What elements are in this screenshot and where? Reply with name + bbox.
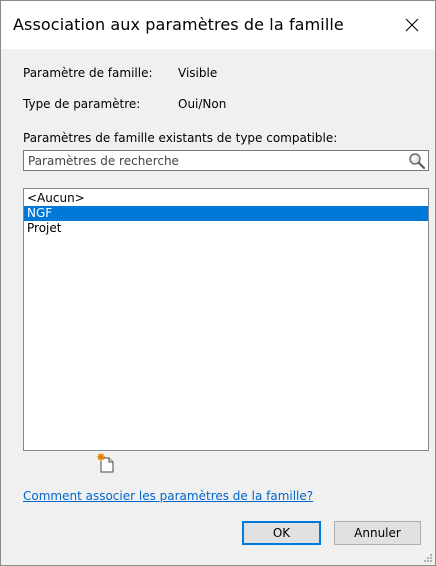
new-parameter-icon bbox=[97, 453, 114, 473]
family-param-value: Visible bbox=[178, 66, 218, 80]
list-item[interactable]: <Aucun> bbox=[24, 191, 428, 206]
close-icon bbox=[405, 18, 419, 32]
title-bar: Association aux paramètres de la famille bbox=[1, 1, 435, 49]
dialog-title: Association aux paramètres de la famille bbox=[13, 15, 344, 34]
dialog-content: Paramètre de famille: Visible Type de pa… bbox=[1, 49, 435, 565]
list-item-selected[interactable]: NGF bbox=[24, 206, 428, 221]
param-type-label: Type de paramètre: bbox=[23, 97, 141, 111]
resize-grip-icon[interactable] bbox=[423, 553, 433, 563]
ok-button[interactable]: OK bbox=[242, 521, 321, 545]
cancel-button[interactable]: Annuler bbox=[334, 521, 421, 545]
existing-params-label: Paramètres de famille existants de type … bbox=[23, 131, 338, 145]
param-type-value: Oui/Non bbox=[178, 97, 227, 111]
close-button[interactable] bbox=[389, 1, 435, 49]
help-link[interactable]: Comment associer les paramètres de la fa… bbox=[23, 489, 313, 503]
search-input[interactable] bbox=[28, 153, 398, 169]
family-param-label: Paramètre de famille: bbox=[23, 66, 153, 80]
search-box bbox=[23, 150, 429, 171]
association-dialog: Association aux paramètres de la famille… bbox=[0, 0, 436, 566]
parameter-list[interactable]: <Aucun> NGF Projet bbox=[23, 188, 429, 451]
list-item[interactable]: Projet bbox=[24, 221, 428, 236]
search-icon[interactable] bbox=[408, 152, 426, 170]
new-parameter-button[interactable] bbox=[95, 452, 117, 474]
